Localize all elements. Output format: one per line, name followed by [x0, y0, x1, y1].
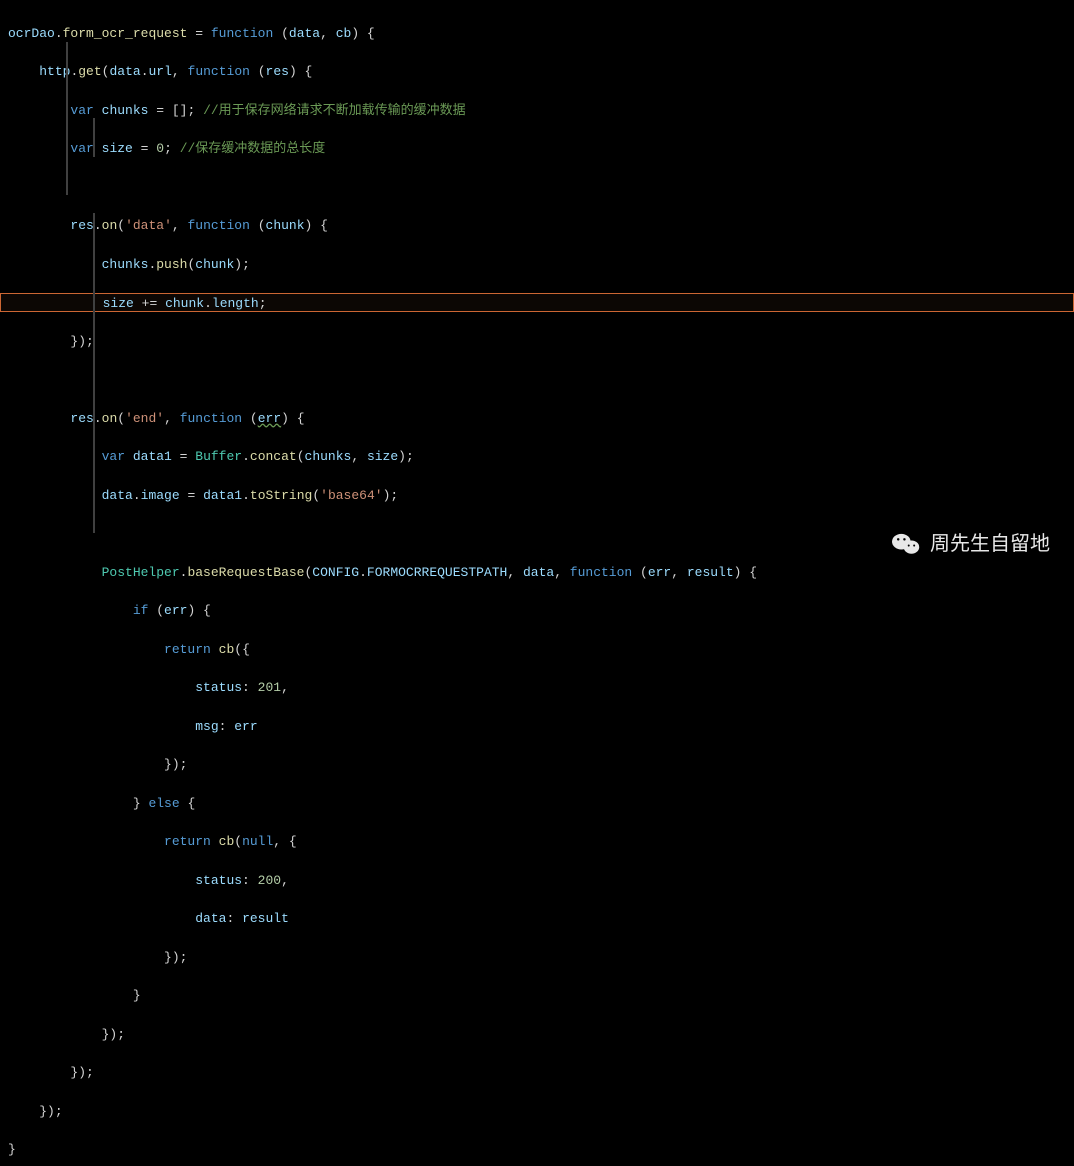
code-line: data.image = data1.toString('base64'); [0, 486, 1074, 505]
fold-indicator[interactable] [93, 118, 95, 157]
code-line: return cb({ [0, 640, 1074, 659]
code-line: chunks.push(chunk); [0, 255, 1074, 274]
code-line: http.get(data.url, function (res) { [0, 62, 1074, 81]
code-editor[interactable]: ocrDao.form_ocr_request = function (data… [0, 0, 1074, 1166]
code-line: data: result [0, 909, 1074, 928]
code-line: var chunks = []; //用于保存网络请求不断加载传输的缓冲数据 [0, 101, 1074, 120]
code-line: }); [0, 332, 1074, 351]
code-line: var data1 = Buffer.concat(chunks, size); [0, 447, 1074, 466]
code-line-highlighted: size += chunk.length; [0, 293, 1074, 312]
code-line: res.on('end', function (err) { [0, 409, 1074, 428]
code-line: if (err) { [0, 601, 1074, 620]
wechat-icon [892, 532, 920, 556]
code-line: var size = 0; //保存缓冲数据的总长度 [0, 139, 1074, 158]
code-line: }); [0, 1102, 1074, 1121]
code-line [0, 370, 1074, 389]
watermark-text: 周先生自留地 [930, 529, 1050, 559]
code-line: } [0, 1140, 1074, 1159]
code-line: res.on('data', function (chunk) { [0, 216, 1074, 235]
code-line: ocrDao.form_ocr_request = function (data… [0, 24, 1074, 43]
code-line: status: 200, [0, 871, 1074, 890]
fold-indicator[interactable] [93, 213, 95, 533]
code-line: }); [0, 755, 1074, 774]
code-line: }); [0, 1063, 1074, 1082]
code-line: msg: err [0, 717, 1074, 736]
watermark: 周先生自留地 [892, 529, 1050, 559]
fold-indicator[interactable] [66, 42, 68, 195]
code-line [0, 178, 1074, 197]
code-line: status: 201, [0, 678, 1074, 697]
code-line: return cb(null, { [0, 832, 1074, 851]
code-line: } [0, 986, 1074, 1005]
code-line: }); [0, 948, 1074, 967]
code-line: } else { [0, 794, 1074, 813]
code-line: PostHelper.baseRequestBase(CONFIG.FORMOC… [0, 563, 1074, 582]
code-line: }); [0, 1025, 1074, 1044]
